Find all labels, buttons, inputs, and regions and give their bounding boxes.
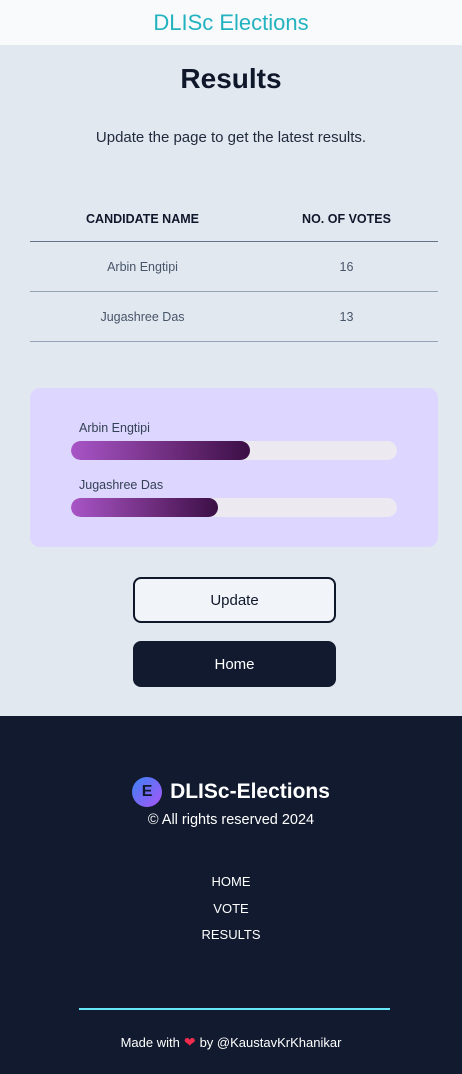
page-title: Results <box>180 63 282 94</box>
app-brand[interactable]: DLISc Elections <box>153 10 308 36</box>
update-button[interactable]: Update <box>133 577 336 623</box>
table-header: CANDIDATE NAME NO. OF VOTES <box>30 197 438 242</box>
footer-divider <box>79 1008 390 1010</box>
column-header-votes: NO. OF VOTES <box>302 212 391 226</box>
logo-icon: E <box>132 777 163 807</box>
progress-bar-track <box>71 498 397 517</box>
table-row: Arbin Engtipi 16 <box>30 242 438 292</box>
vote-count: 16 <box>339 259 354 274</box>
candidate-name: Jugashree Das <box>100 309 185 324</box>
footer-copyright: © All rights reserved 2024 <box>147 812 315 828</box>
footer-link-vote[interactable]: VOTE <box>0 896 462 923</box>
progress-bar-track <box>71 441 397 460</box>
main-content: Results Update the page to get the lates… <box>0 45 462 716</box>
top-bar: DLISc Elections <box>0 0 462 45</box>
footer-link-home[interactable]: HOME <box>0 869 462 896</box>
heart-icon: ❤ <box>183 1034 196 1050</box>
credit-prefix: Made with <box>120 1035 180 1050</box>
bar-label: Jugashree Das <box>79 478 164 492</box>
progress-bar-fill <box>71 498 218 517</box>
page-subtitle: Update the page to get the latest result… <box>95 129 367 146</box>
vote-count: 13 <box>339 309 354 324</box>
footer: E DLISc-Elections © All rights reserved … <box>0 716 462 1074</box>
footer-brand: DLISc-Elections <box>170 780 330 803</box>
results-table: CANDIDATE NAME NO. OF VOTES Arbin Engtip… <box>30 197 438 342</box>
home-button[interactable]: Home <box>133 641 336 687</box>
footer-brand-row: E DLISc-Elections <box>0 777 462 807</box>
progress-bar-fill <box>71 441 251 460</box>
footer-link-results[interactable]: RESULTS <box>0 922 462 949</box>
column-header-candidate: CANDIDATE NAME <box>86 212 199 226</box>
footer-nav: HOME VOTE RESULTS <box>0 869 462 949</box>
credit-author[interactable]: by @KaustavKrKhanikar <box>200 1035 342 1050</box>
table-row: Jugashree Das 13 <box>30 292 438 342</box>
vote-bars-card: Arbin Engtipi Jugashree Das <box>30 388 438 547</box>
candidate-name: Arbin Engtipi <box>107 259 178 274</box>
bar-label: Arbin Engtipi <box>79 421 150 435</box>
footer-credit: Made with ❤ by @KaustavKrKhanikar <box>0 1034 462 1051</box>
